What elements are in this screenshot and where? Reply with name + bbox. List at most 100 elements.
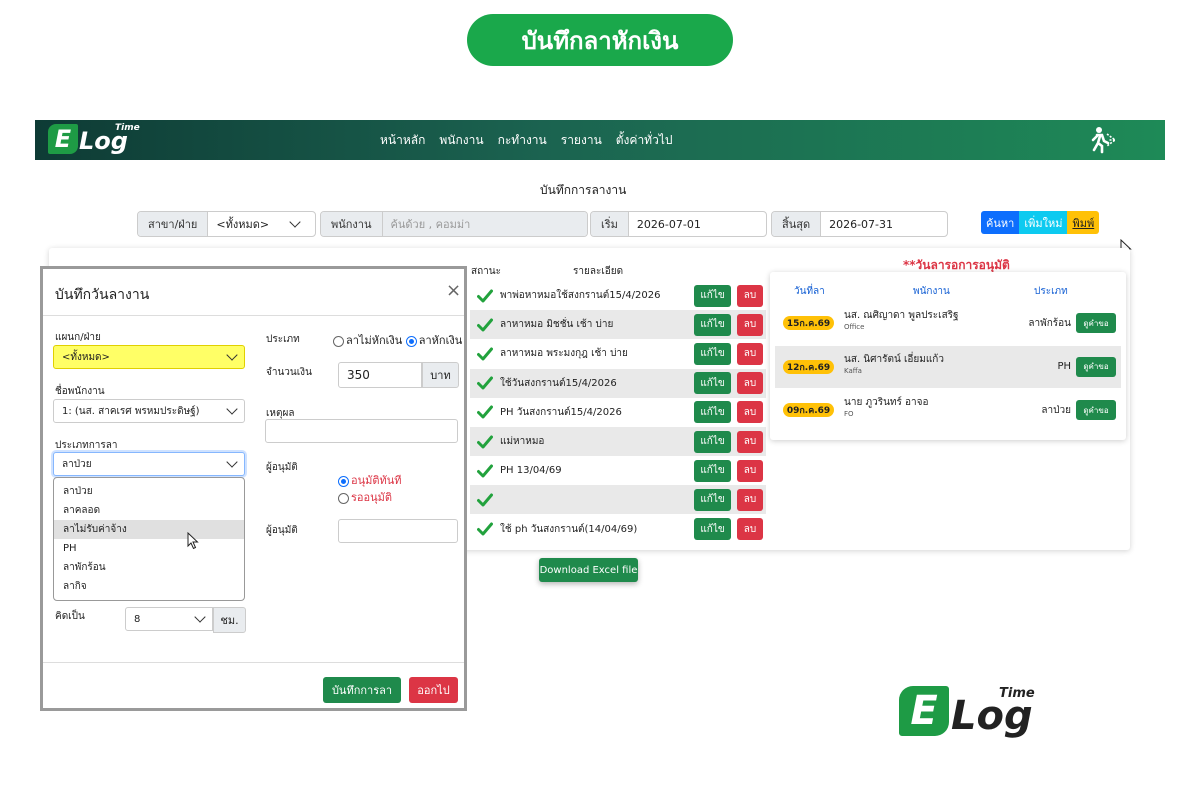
delete-button[interactable]: ลบ [737,313,763,336]
detail-header: รายละเอียด [573,266,624,277]
edit-button[interactable]: แก้ไข [694,459,731,482]
edit-button[interactable]: แก้ไข [694,284,731,307]
dept-label: แผนก/ฝ่าย [55,332,101,343]
approval-row: 09ก.ค.69 นาย ภูวรินทร์ อาจอ FO ลาป่วย ดูคำขอ [775,389,1121,431]
amount-label: จำนวนเงิน [266,367,312,378]
view-request-button[interactable]: ดูคำขอ [1076,313,1116,333]
branch-filter[interactable]: สาขา/ฝ่าย <ทั้งหมด> [137,211,316,237]
chevron-down-icon [289,216,301,228]
delete-button[interactable]: ลบ [737,518,763,541]
download-excel-button[interactable]: Download Excel file [539,558,638,582]
end-date-input[interactable]: 2026-07-31 [821,212,947,236]
employee-dept: FO [844,410,854,418]
row-detail: PH วันสงกรานต์15/4/2026 [500,406,622,418]
start-date-filter[interactable]: เริ่ม 2026-07-01 [590,211,767,237]
close-icon[interactable]: × [446,280,461,301]
start-date-input[interactable]: 2026-07-01 [629,212,766,236]
approval-row: 15ก.ค.69 นส. ณศิญาดา พูลประเสริฐ Office ลาพ… [775,302,1121,344]
delete-button[interactable]: ลบ [737,459,763,482]
status-header: สถานะ [471,266,501,277]
option-unpaid[interactable]: ลาไม่รับค่าจ้าง [54,520,244,539]
row-detail: ใช้วันสงกรานต์15/4/2026 [500,377,617,389]
delete-button[interactable]: ลบ [737,488,763,511]
employee-filter[interactable]: พนักงาน ค้นด้วย , คอมม่า [320,211,588,237]
logo-log-text: Log [951,693,1033,739]
dept-select[interactable]: <ทั้งหมด> [53,345,245,369]
amount-unit: บาท [422,362,459,388]
amount-input[interactable]: 350 [338,362,422,388]
edit-button[interactable]: แก้ไข [694,372,731,395]
delete-button[interactable]: ลบ [737,372,763,395]
pending-label: รออนุมัติ [351,491,393,504]
option-maternity[interactable]: ลาคลอด [54,501,244,520]
save-leave-button[interactable]: บันทึกการลา [323,677,401,703]
add-new-button[interactable]: เพิ่มใหม่ [1019,211,1068,234]
check-icon [470,376,500,390]
branch-select[interactable]: <ทั้งหมด> [208,212,315,236]
edit-button[interactable]: แก้ไข [694,313,731,336]
radio-group-deduct: ลาไม่หักเงิน ลาหักเงิน [333,331,462,349]
radio-deduct[interactable] [405,335,417,347]
calc-hours-select[interactable]: 8 [125,607,213,631]
check-icon [470,435,500,449]
option-vacation[interactable]: ลาพักร้อน [54,558,244,577]
radio-no-deduct-label: ลาไม่หักเงิน [346,334,403,347]
logout-icon[interactable] [1088,126,1116,154]
nav-menu: หน้าหลัก พนักงาน กะทำงาน รายงาน ตั้งค่าท… [380,120,672,160]
approver-label: ผู้อนุมัติ [266,462,298,473]
nav-home[interactable]: หน้าหลัก [380,131,425,150]
employee-label: พนักงาน [321,212,383,236]
leave-type-select[interactable]: ลาป่วย [53,452,245,476]
leave-type-label: ประเภทการลา [55,440,118,451]
approver-input[interactable] [338,519,458,543]
option-personal[interactable]: ลากิจ [54,577,244,596]
branch-value: <ทั้งหมด> [216,218,270,231]
approval-radio-group: อนุมัติทันที รออนุมัติ [338,472,402,506]
check-icon [470,318,500,332]
dept-value: <ทั้งหมด> [62,351,110,363]
logo-e-mark: E [899,686,949,736]
edit-button[interactable]: แก้ไข [694,401,731,424]
edit-button[interactable]: แก้ไข [694,430,731,453]
end-date-filter[interactable]: สิ้นสุด 2026-07-31 [771,211,948,237]
search-button[interactable]: ค้นหา [981,211,1020,234]
approve-now-label: อนุมัติทันที [351,474,402,487]
top-navbar: E Log Time หน้าหลัก พนักงาน กะทำงาน รายง… [35,120,1165,160]
nav-shifts[interactable]: กะทำงาน [498,131,547,150]
print-button[interactable]: พิมพ์ [1067,211,1100,234]
employee-select[interactable]: 1: (นส. สาคเรศ พรหมประดิษฐ์) [53,399,245,423]
table-row: แม่หาหมอ แก้ไข ลบ [470,427,766,456]
deduct-type-label: ประเภท [266,334,300,345]
option-sick[interactable]: ลาป่วย [54,482,244,501]
nav-employees[interactable]: พนักงาน [439,131,483,150]
exit-button[interactable]: ออกไป [409,677,458,703]
radio-pending[interactable] [338,492,349,504]
reason-input[interactable] [265,419,458,443]
edit-button[interactable]: แก้ไข [694,342,731,365]
modal-header-divider [43,315,464,316]
leave-type-value: ลาป่วย [62,458,92,470]
employee-search-input[interactable]: ค้นด้วย , คอมม่า [382,212,587,236]
view-request-button[interactable]: ดูคำขอ [1076,356,1116,377]
view-request-button[interactable]: ดูคำขอ [1076,400,1116,420]
brand-logo[interactable]: E Log Time [48,123,140,154]
date-badge: 15ก.ค.69 [783,316,834,330]
approver2-label: ผู้อนุมัติ [266,525,298,536]
delete-button[interactable]: ลบ [737,342,763,365]
delete-button[interactable]: ลบ [737,284,763,307]
nav-reports[interactable]: รายงาน [561,131,602,150]
nav-settings[interactable]: ตั้งค่าทั่วไป [616,131,673,150]
table-row: แก้ไข ลบ [470,485,766,515]
edit-button[interactable]: แก้ไข [694,488,731,511]
radio-no-deduct[interactable] [333,335,344,347]
employee-name: นส. นิศารัตน์ เอี่ยมแก้ว [844,353,944,365]
chevron-down-icon [226,456,238,468]
chevron-down-icon [226,349,238,361]
delete-button[interactable]: ลบ [737,430,763,453]
radio-approve-now[interactable] [338,475,349,487]
delete-button[interactable]: ลบ [737,401,763,424]
option-ph[interactable]: PH [54,539,244,558]
edit-button[interactable]: แก้ไข [694,518,731,541]
approval-type-header: ประเภท [1034,286,1068,297]
chevron-down-icon [226,403,238,415]
